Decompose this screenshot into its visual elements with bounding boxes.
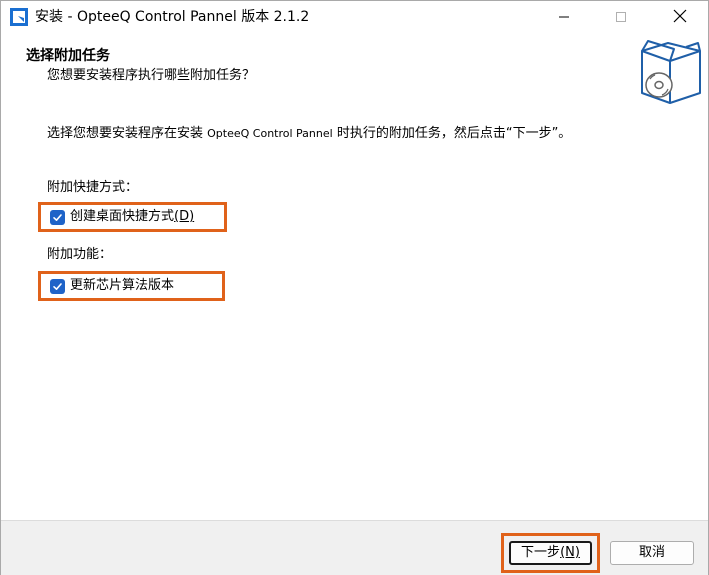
shortcut-group-label: 附加快捷方式： bbox=[47, 180, 139, 195]
window-title: 安装 - OpteeQ Control Pannel 版本 2.1.2 bbox=[35, 9, 310, 25]
button-bar: 下一步(N) 取消 bbox=[1, 520, 708, 575]
setup-box-disc-icon bbox=[638, 39, 704, 107]
update-chip-algorithm-option[interactable]: 更新芯片算法版本 bbox=[38, 271, 225, 301]
maximize-button[interactable] bbox=[598, 1, 644, 33]
title-bar[interactable]: 安装 - OpteeQ Control Pannel 版本 2.1.2 bbox=[1, 1, 708, 33]
desktop-shortcut-accel: (D) bbox=[174, 209, 195, 224]
next-button[interactable]: 下一步(N) bbox=[509, 541, 592, 565]
desktop-shortcut-checkbox[interactable] bbox=[50, 209, 65, 225]
next-button-highlight: 下一步(N) bbox=[501, 533, 600, 573]
minimize-icon bbox=[558, 8, 570, 27]
description-text-pre: 选择您想要安装程序在安装 bbox=[47, 126, 208, 141]
page-title: 选择附加任务 bbox=[26, 48, 110, 64]
maximize-icon bbox=[615, 8, 627, 27]
next-button-label: 下一步 bbox=[521, 545, 561, 560]
page-subtitle: 您想要安装程序执行哪些附加任务？ bbox=[47, 68, 256, 83]
update-chip-algorithm-label: 更新芯片算法版本 bbox=[70, 278, 175, 293]
desktop-shortcut-label: 创建桌面快捷方式(D) bbox=[70, 208, 194, 226]
feature-group-label: 附加功能： bbox=[47, 247, 113, 262]
update-chip-algorithm-checkbox[interactable] bbox=[50, 278, 65, 294]
close-button[interactable] bbox=[657, 1, 703, 33]
description-text-post: 时执行的附加任务，然后点击“下一步”。 bbox=[332, 126, 572, 141]
next-button-accel: (N) bbox=[560, 545, 580, 560]
page-header: 选择附加任务 您想要安装程序执行哪些附加任务？ bbox=[1, 33, 708, 107]
installer-app-icon bbox=[9, 7, 29, 27]
desktop-shortcut-text: 创建桌面快捷方式 bbox=[70, 209, 175, 224]
minimize-button[interactable] bbox=[541, 1, 587, 33]
installer-window: 安装 - OpteeQ Control Pannel 版本 2.1.2 选择附加… bbox=[0, 0, 709, 575]
cancel-button[interactable]: 取消 bbox=[610, 541, 694, 565]
task-description: 选择您想要安装程序在安装 OpteeQ Control Pannel 时执行的附… bbox=[47, 125, 571, 143]
desktop-shortcut-option[interactable]: 创建桌面快捷方式(D) bbox=[38, 202, 227, 232]
close-icon bbox=[673, 8, 687, 27]
product-name: OpteeQ Control Pannel bbox=[207, 127, 333, 140]
